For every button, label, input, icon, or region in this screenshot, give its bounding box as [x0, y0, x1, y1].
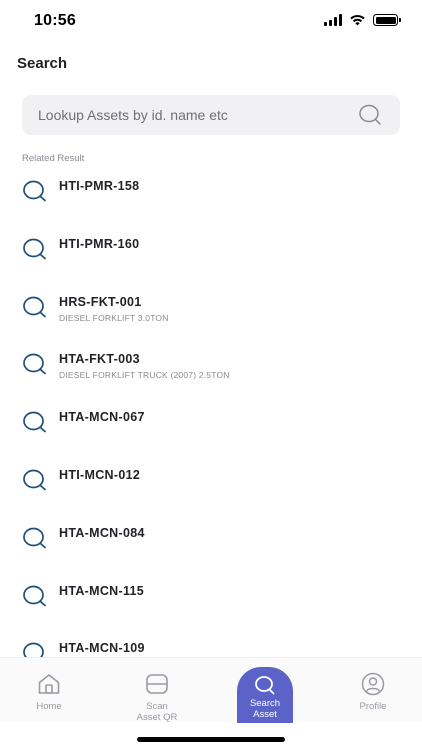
search-result-icon [23, 296, 46, 317]
battery-icon [373, 14, 401, 26]
profile-icon [361, 672, 385, 696]
result-item[interactable]: HTA-MCN-067 [0, 401, 422, 459]
results-list: HTI-PMR-158 HTI-PMR-160 HRS-FKT-001 DIES… [0, 170, 422, 657]
status-time: 10:56 [34, 12, 76, 29]
result-desc: DIESEL FORKLIFT 3.0TON [59, 312, 169, 323]
page-title: Search [17, 55, 68, 72]
result-id: HTI-PMR-160 [59, 236, 140, 251]
result-item[interactable]: HTI-MCN-012 [0, 459, 422, 517]
result-id: HTI-PMR-158 [59, 179, 140, 193]
result-item[interactable]: HTA-MCN-084 [0, 517, 422, 575]
result-item[interactable]: HTA-MCN-115 [0, 575, 422, 633]
nav-home[interactable]: Home [14, 658, 84, 723]
nav-label: Profile [359, 701, 387, 712]
result-id: HTA-MCN-084 [59, 525, 145, 540]
search-result-icon [23, 180, 46, 202]
result-item[interactable]: HTI-PMR-158 [0, 170, 422, 228]
scan-qr-icon [146, 674, 168, 694]
search-box[interactable] [22, 95, 400, 135]
home-indicator [137, 737, 285, 742]
result-id: HTA-MCN-109 [59, 641, 145, 656]
nav-label: Scan Asset QR [136, 701, 178, 723]
result-item[interactable]: HTA-MCN-109 [0, 632, 422, 657]
nav-search-asset[interactable]: Search Asset [237, 667, 293, 723]
result-item[interactable]: HTA-FKT-003 DIESEL FORKLIFT TRUCK (2007)… [0, 343, 422, 401]
result-item[interactable]: HTI-PMR-160 [0, 228, 422, 286]
wifi-icon [350, 14, 365, 26]
bottom-nav: Home Scan Asset QR Search Asset Profile [0, 657, 422, 723]
nav-scan-asset-qr[interactable]: Scan Asset QR [122, 658, 192, 723]
result-id: HTA-FKT-003 [59, 352, 140, 367]
search-result-icon [23, 238, 46, 260]
status-icons [324, 14, 401, 26]
result-id: HTA-MCN-067 [59, 410, 145, 425]
result-item[interactable]: HRS-FKT-001 DIESEL FORKLIFT 3.0TON [0, 286, 422, 344]
status-bar: 10:56 [0, 0, 422, 44]
result-id: HRS-FKT-001 [59, 294, 142, 309]
nav-label: Search Asset [249, 698, 281, 720]
related-result-label: Related Result [22, 153, 85, 164]
search-input[interactable] [38, 107, 358, 123]
search-result-icon [23, 643, 44, 657]
search-result-icon [23, 585, 46, 606]
home-icon [38, 674, 60, 694]
result-id: HTA-MCN-115 [59, 583, 145, 598]
signal-icon [324, 14, 342, 26]
search-result-icon [23, 354, 46, 375]
search-result-icon [23, 469, 46, 491]
search-icon [255, 676, 275, 695]
search-icon[interactable] [358, 104, 382, 126]
search-result-icon [23, 527, 46, 549]
search-result-icon [23, 411, 46, 433]
nav-profile[interactable]: Profile [338, 658, 408, 723]
result-desc: DIESEL FORKLIFT TRUCK (2007) 2.5TON [59, 370, 230, 381]
result-id: HTI-MCN-012 [59, 467, 141, 482]
nav-label: Home [36, 701, 62, 712]
